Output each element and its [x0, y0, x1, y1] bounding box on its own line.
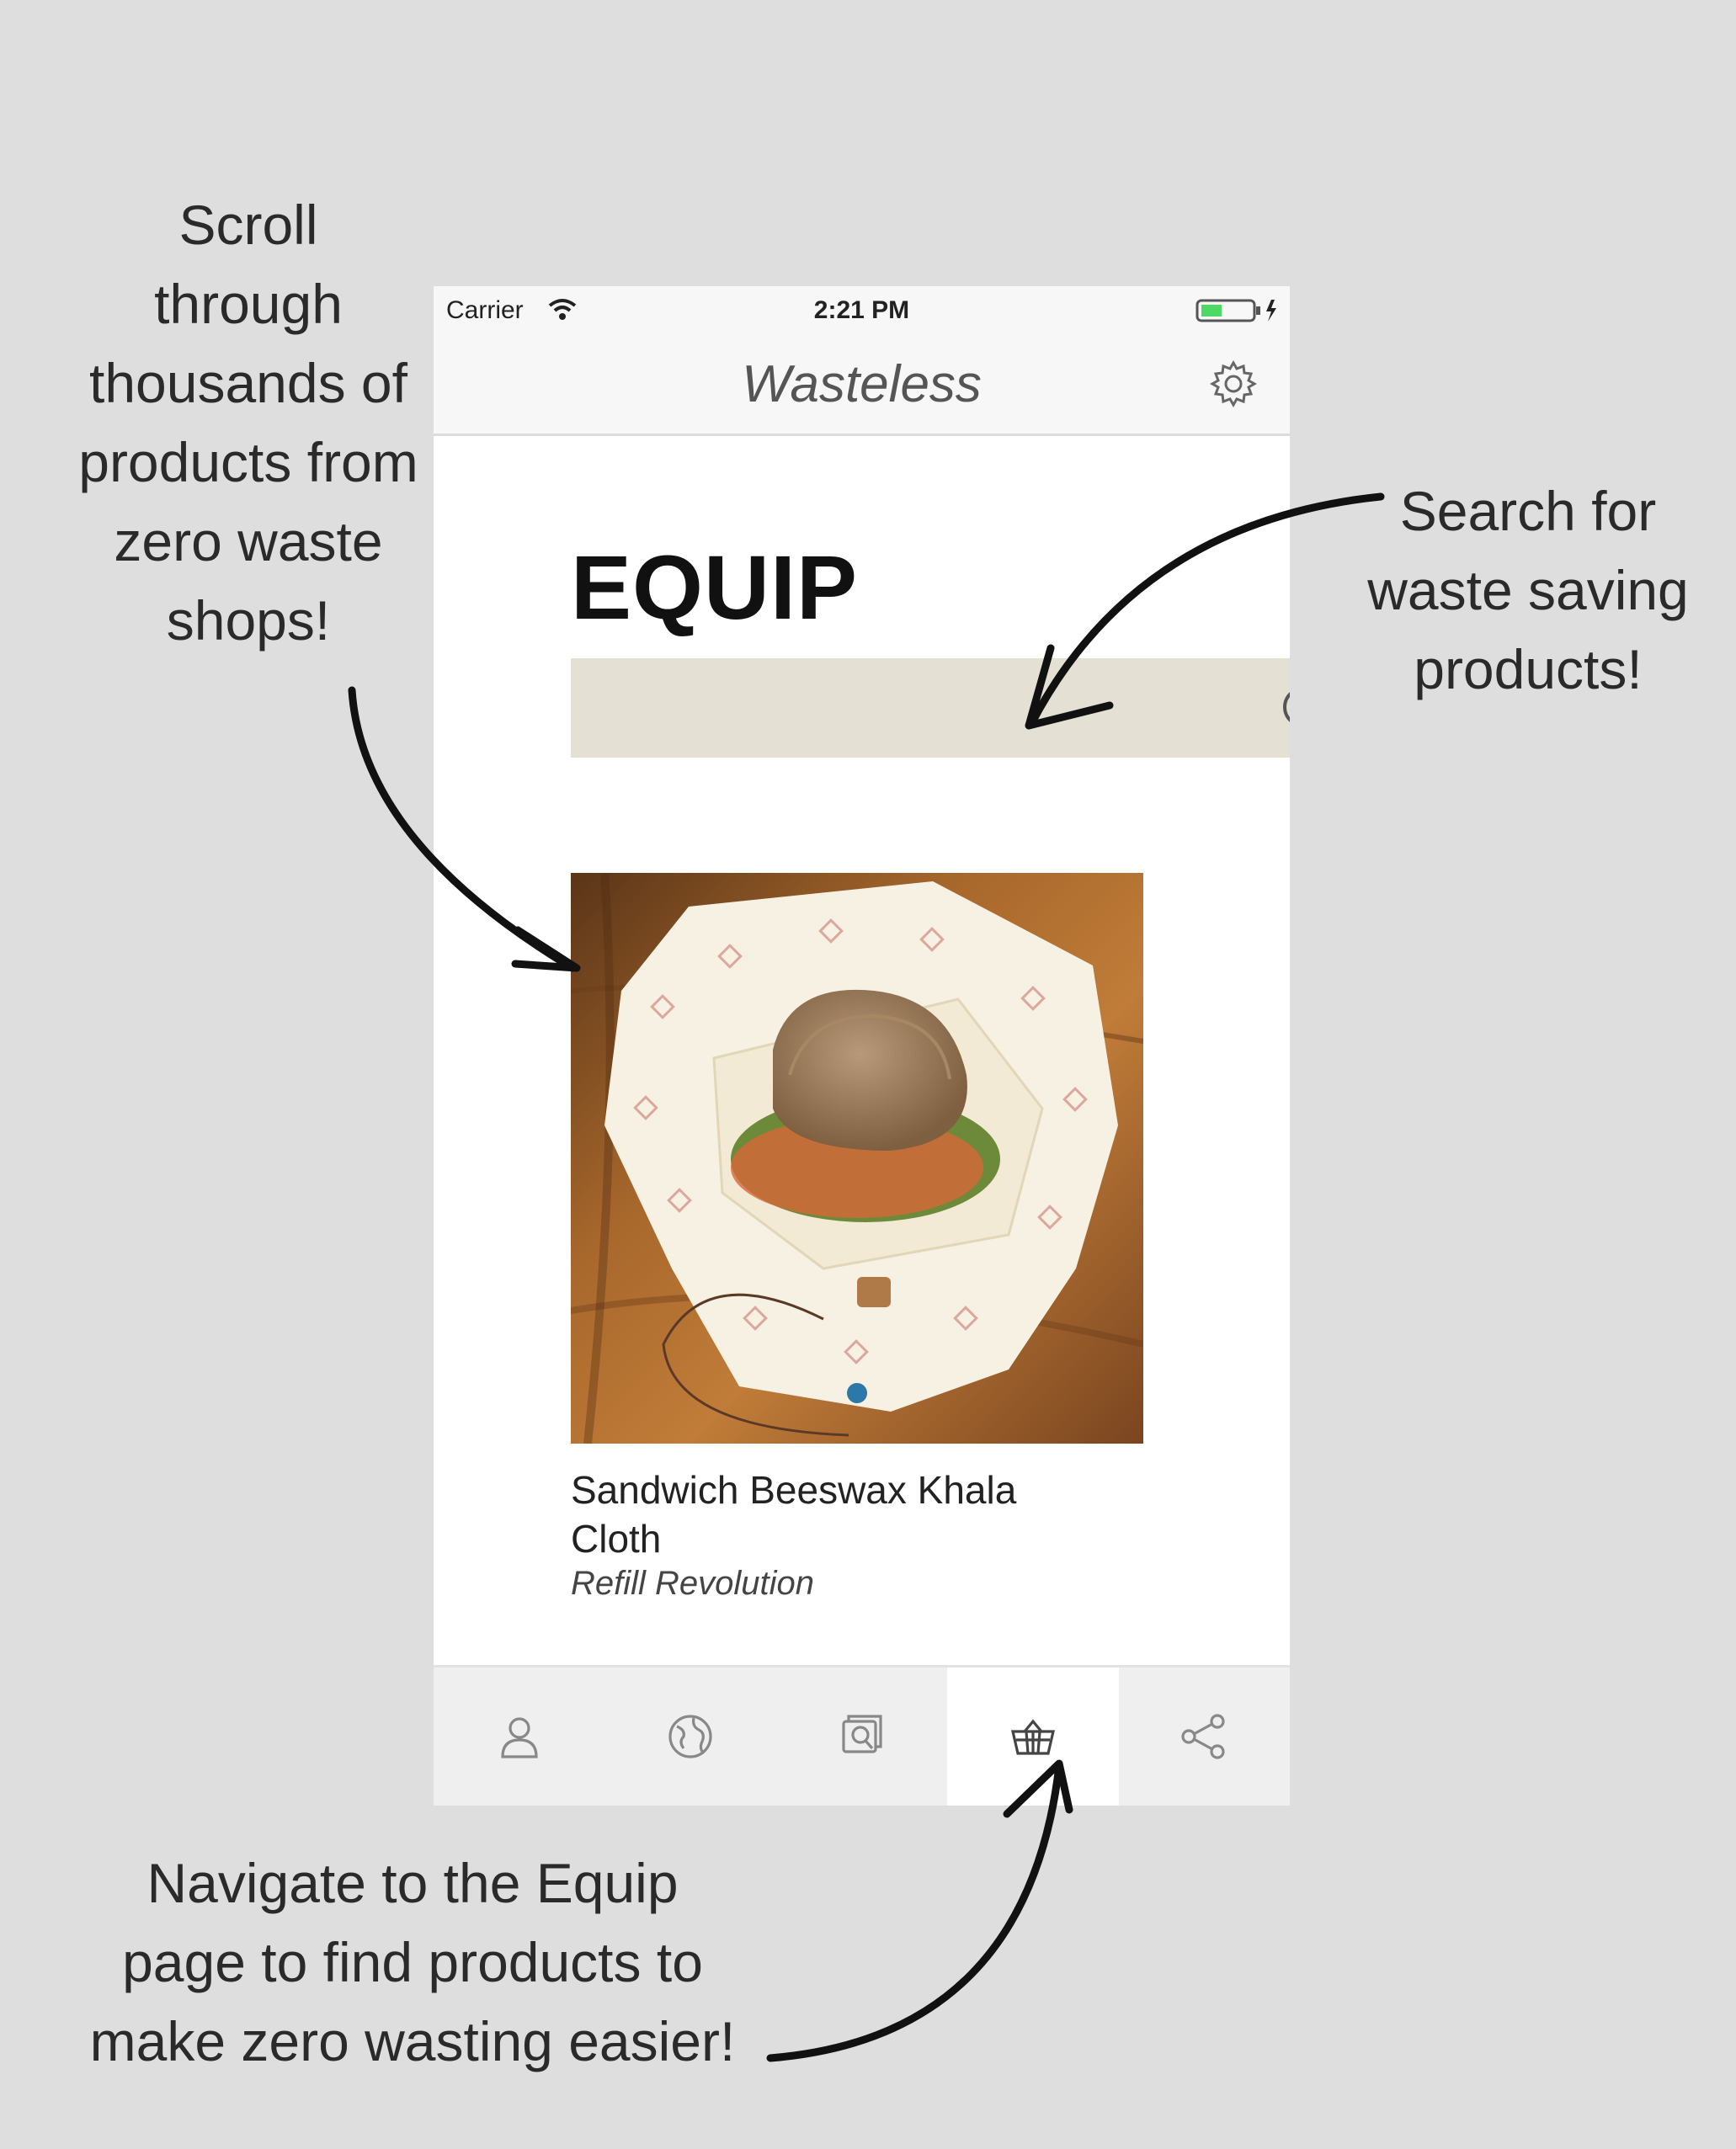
- arrow-scroll-head: [511, 926, 581, 972]
- annotation-arrows: [348, 492, 1385, 2062]
- arrow-scroll: [348, 686, 577, 972]
- arrow-nav-head: [1003, 1759, 1073, 1818]
- arrow-search: [1027, 492, 1385, 728]
